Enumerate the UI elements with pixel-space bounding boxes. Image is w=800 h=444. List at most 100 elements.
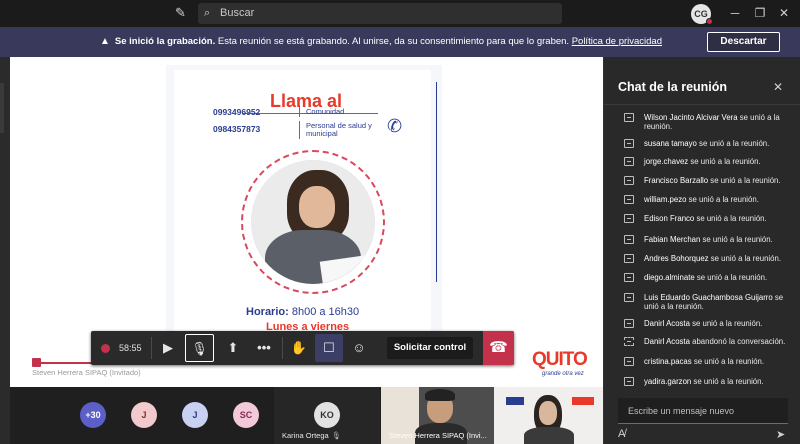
chat-panel: Chat de la reunión ✕ Wilson Jacinto Alci… (603, 57, 800, 444)
join-icon (624, 293, 634, 302)
privacy-link[interactable]: Política de privacidad (572, 36, 662, 47)
event-user: william.pezo (644, 195, 687, 204)
event-user: cristina.pacas (644, 357, 692, 366)
maximize-icon[interactable]: ❐ (752, 5, 768, 21)
compose-icon[interactable]: ✎ (175, 6, 189, 20)
mute-mic-icon[interactable]: 🎙 (185, 334, 214, 362)
meeting-controls: 58:55 ▶ 🎙 ⬆ ••• ✋ ☐ ☺ Solicitar control … (91, 331, 514, 365)
avatar-initials: SC (239, 410, 253, 420)
join-icon (624, 176, 634, 185)
event-action: se unió a la reunión. (700, 235, 773, 244)
divider (151, 337, 152, 359)
leave-icon (624, 337, 634, 346)
join-icon (624, 357, 634, 366)
minimize-icon[interactable]: ─ (727, 5, 743, 21)
chat-message-input[interactable]: Escribe un mensaje nuevo (618, 398, 788, 424)
poster-phone-2: 0984357873 (213, 124, 261, 134)
banner-text: Esta reunión se está grabando. Al unirse… (215, 36, 572, 47)
participant-avatar: KO (314, 402, 340, 428)
recording-message: ▲ Se inició la grabación. Esta reunión se… (100, 27, 662, 57)
divider (282, 337, 283, 359)
search-input[interactable]: ⌕ Buscar (198, 3, 562, 24)
event-action: se unió a la reunión. (689, 319, 763, 328)
event-user: Francisco Barzallo (644, 176, 709, 185)
schedule-value: 8h00 a 16h30 (288, 306, 360, 318)
join-icon (624, 273, 634, 282)
event-action: se unió a la reunión. (708, 176, 781, 185)
event-user: Danirl Acosta (644, 337, 690, 346)
event-user: Fabian Merchan (644, 235, 701, 244)
poster-desc-2: Personal de salud y municipal (306, 121, 372, 138)
join-icon (624, 235, 634, 244)
poster-photo (251, 160, 375, 284)
schedule-label: Horario: (246, 306, 289, 318)
presenter-label: Steven Herrera SIPAQ (Invitado) (32, 368, 141, 377)
recording-banner: ▲ Se inició la grabación. Esta reunión se… (0, 27, 800, 57)
request-control-button[interactable]: Solicitar control (387, 337, 473, 359)
event-action: se unió a la reunión. (688, 157, 761, 166)
event-user: Wilson Jacinto Alcivar Vera (644, 113, 738, 122)
camera-icon[interactable]: ▶ (154, 334, 182, 362)
chat-event: Wilson Jacinto Alcivar Vera se unió a la… (624, 113, 792, 131)
chat-icon[interactable]: ☐ (315, 334, 343, 362)
meeting-timer: 58:55 (119, 343, 142, 353)
close-icon[interactable]: ✕ (773, 80, 783, 94)
event-user: yadira.garzon (644, 377, 692, 386)
participant-tile-steven[interactable]: Steven Herrera SIPAQ (Invi... (381, 387, 494, 444)
format-icon[interactable]: A̸ (618, 428, 625, 440)
chat-divider (604, 104, 800, 105)
participant-tile-video[interactable] (494, 387, 603, 444)
muted-mic-icon: 🎙 (331, 431, 342, 440)
event-action: se unió a la reunión. (696, 139, 770, 148)
join-icon (624, 113, 634, 122)
poster-divider (299, 105, 300, 117)
participant-name: Steven Herrera SIPAQ (Invi... (389, 431, 487, 440)
avatar-initials: KO (320, 410, 334, 420)
dismiss-button[interactable]: Descartar (707, 32, 780, 52)
recording-icon (101, 344, 110, 353)
event-action: se unió a la reunión. (691, 377, 764, 386)
avatar-initials: CG (694, 9, 708, 19)
rail-marker (0, 83, 4, 133)
poster-schedule: Horario: 8h00 a 16h30 (246, 306, 359, 318)
event-user: Danirl Acosta (644, 319, 690, 328)
participant-avatar[interactable]: SC (233, 402, 259, 428)
title-bar: ✎ ⌕ Buscar CG ─ ❐ ✕ (0, 0, 800, 27)
user-avatar[interactable]: CG (691, 4, 713, 25)
participant-name: Karina Ortega 🎙 (282, 431, 341, 440)
banner-bold: Se inició la grabación. (114, 36, 216, 47)
join-icon (624, 377, 634, 386)
hang-up-icon[interactable]: ☎ (483, 331, 514, 365)
participant-name-text: Karina Ortega (282, 431, 329, 440)
share-screen-icon[interactable]: ⬆ (219, 334, 247, 362)
event-action: abandonó la conversación. (689, 337, 786, 346)
more-options-icon[interactable]: ••• (250, 334, 278, 362)
video-person-body (524, 427, 574, 444)
send-icon[interactable]: ➤ (776, 428, 785, 441)
poster-phone-1: 0993496952 (213, 107, 261, 117)
event-user: Andres Bohorquez (644, 254, 709, 263)
search-icon: ⌕ (204, 7, 211, 19)
chat-event: Luis Eduardo Guachambosa Guijarro se uni… (624, 293, 792, 311)
participants-icon[interactable]: ☺ (345, 334, 373, 362)
video-logo (572, 397, 594, 405)
raise-hand-icon[interactable]: ✋ (285, 334, 313, 362)
chat-title: Chat de la reunión (618, 80, 728, 94)
logo-tagline: grande otra vez (542, 371, 584, 377)
join-icon (624, 254, 634, 263)
video-logo (506, 397, 524, 405)
participant-avatar[interactable]: J (131, 402, 157, 428)
status-dot (706, 18, 713, 25)
more-participants-button[interactable]: +30 (80, 402, 106, 428)
close-window-icon[interactable]: ✕ (776, 5, 792, 21)
participant-avatar[interactable]: J (182, 402, 208, 428)
avatar-initials: J (141, 410, 147, 420)
poster-desc-1: Comunidad (306, 107, 345, 116)
quito-logo: QUITO grande otra vez (532, 349, 598, 383)
phone-icon: ✆ (387, 116, 403, 136)
participant-tile-karina[interactable]: KO Karina Ortega 🎙 (274, 387, 380, 444)
event-action: se unió a la reunión. (708, 254, 781, 263)
event-user: diego.alminate (644, 273, 695, 282)
recording-marker (32, 358, 41, 367)
left-rail (0, 57, 10, 444)
